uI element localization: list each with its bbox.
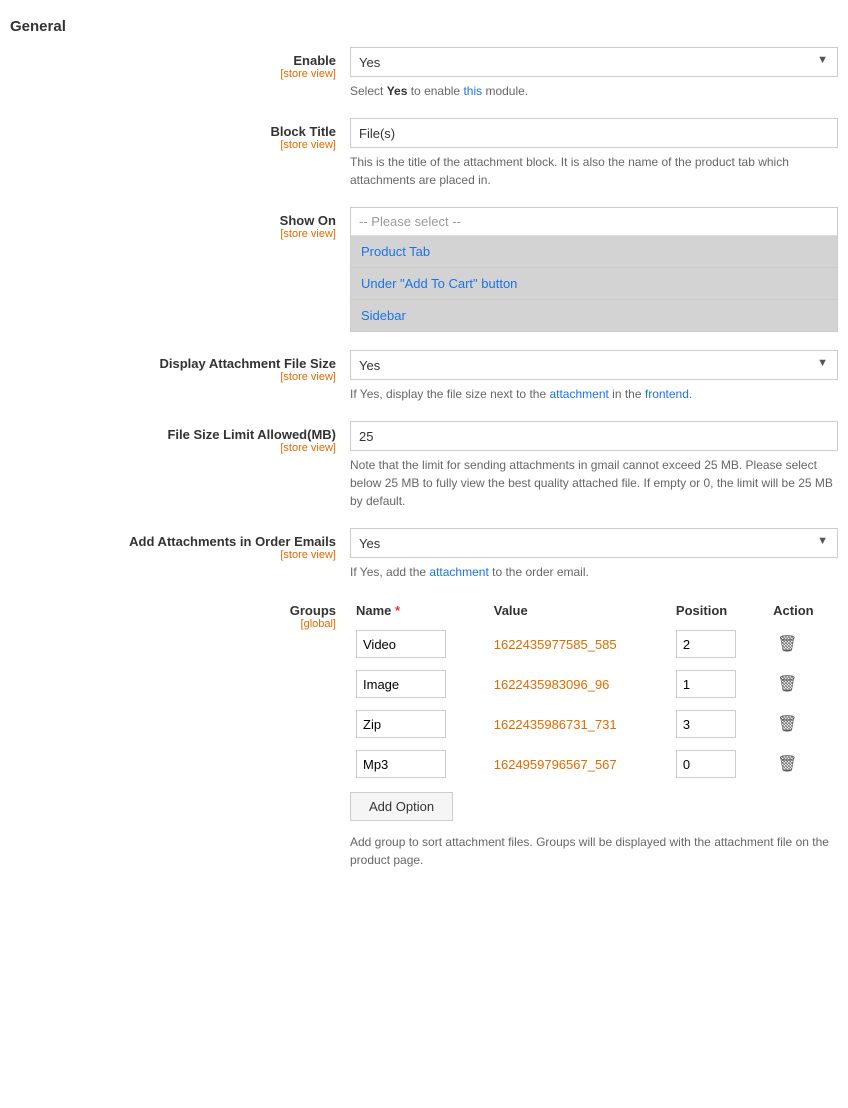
file-size-limit-input[interactable] <box>350 421 838 451</box>
enable-label: Enable [store view] <box>10 47 350 80</box>
show-on-option-sidebar[interactable]: Sidebar <box>351 300 837 331</box>
display-file-size-hint: If Yes, display the file size next to th… <box>350 385 838 403</box>
groups-label: Groups [global] <box>10 599 350 630</box>
add-option-button[interactable]: Add Option <box>350 792 453 821</box>
display-file-size-control: Yes No If Yes, display the file size nex… <box>350 350 838 403</box>
show-on-label: Show On [store view] <box>10 207 350 240</box>
group-name-input[interactable] <box>356 670 446 698</box>
display-file-size-label: Display Attachment File Size [store view… <box>10 350 350 383</box>
groups-table: Name Value Position Action 1622435977585… <box>350 599 838 784</box>
block-title-row: Block Title [store view] This is the tit… <box>10 118 838 189</box>
show-on-option-add-to-cart[interactable]: Under "Add To Cart" button <box>351 268 837 300</box>
show-on-control: -- Please select -- Product Tab Under "A… <box>350 207 838 332</box>
group-value: 1622435983096_96 <box>494 677 610 692</box>
col-position: Position <box>670 599 767 624</box>
delete-row-button[interactable]: 🗑 <box>773 752 801 776</box>
display-file-size-row: Display Attachment File Size [store view… <box>10 350 838 403</box>
order-emails-hint: If Yes, add the attachment to the order … <box>350 563 838 581</box>
groups-note: Add group to sort attachment files. Grou… <box>350 833 838 869</box>
block-title-control: This is the title of the attachment bloc… <box>350 118 838 189</box>
group-value: 1622435986731_731 <box>494 717 617 732</box>
show-on-multiselect[interactable]: -- Please select -- Product Tab Under "A… <box>350 207 838 332</box>
col-action: Action <box>767 599 838 624</box>
file-size-limit-control: Note that the limit for sending attachme… <box>350 421 838 510</box>
table-row: 1622435986731_731 🗑 <box>350 704 838 744</box>
delete-row-button[interactable]: 🗑 <box>773 632 801 656</box>
show-on-placeholder: -- Please select -- <box>351 208 837 236</box>
group-position-input[interactable] <box>676 710 736 738</box>
table-row: 1624959796567_567 🗑 <box>350 744 838 784</box>
order-emails-select[interactable]: Yes No <box>350 528 838 558</box>
page-title: General <box>0 0 848 47</box>
file-size-limit-label: File Size Limit Allowed(MB) [store view] <box>10 421 350 454</box>
group-name-input[interactable] <box>356 750 446 778</box>
block-title-label: Block Title [store view] <box>10 118 350 151</box>
table-row: 1622435983096_96 🗑 <box>350 664 838 704</box>
show-on-row: Show On [store view] -- Please select --… <box>10 207 838 332</box>
order-emails-control: Yes No If Yes, add the attachment to the… <box>350 528 838 581</box>
group-position-input[interactable] <box>676 750 736 778</box>
group-name-input[interactable] <box>356 630 446 658</box>
groups-control: Name Value Position Action 1622435977585… <box>350 599 838 869</box>
group-position-input[interactable] <box>676 630 736 658</box>
order-emails-row: Add Attachments in Order Emails [store v… <box>10 528 838 581</box>
block-title-input[interactable] <box>350 118 838 148</box>
display-file-size-select[interactable]: Yes No <box>350 350 838 380</box>
group-name-input[interactable] <box>356 710 446 738</box>
table-row: 1622435977585_585 🗑 <box>350 624 838 664</box>
group-value: 1624959796567_567 <box>494 757 617 772</box>
delete-row-button[interactable]: 🗑 <box>773 712 801 736</box>
enable-select[interactable]: Yes No <box>350 47 838 77</box>
enable-control: Yes No Select Yes to enable this module. <box>350 47 838 100</box>
group-value: 1622435977585_585 <box>494 637 617 652</box>
order-emails-label: Add Attachments in Order Emails [store v… <box>10 528 350 561</box>
col-name: Name <box>350 599 488 624</box>
enable-hint: Select Yes to enable this module. <box>350 82 838 100</box>
enable-row: Enable [store view] Yes No Select Yes to… <box>10 47 838 100</box>
file-size-limit-hint: Note that the limit for sending attachme… <box>350 456 838 510</box>
block-title-hint: This is the title of the attachment bloc… <box>350 153 838 189</box>
col-value: Value <box>488 599 670 624</box>
delete-row-button[interactable]: 🗑 <box>773 672 801 696</box>
groups-section: Groups [global] Name Value Position Acti… <box>10 599 838 869</box>
group-position-input[interactable] <box>676 670 736 698</box>
file-size-limit-row: File Size Limit Allowed(MB) [store view]… <box>10 421 838 510</box>
show-on-option-product-tab[interactable]: Product Tab <box>351 236 837 268</box>
